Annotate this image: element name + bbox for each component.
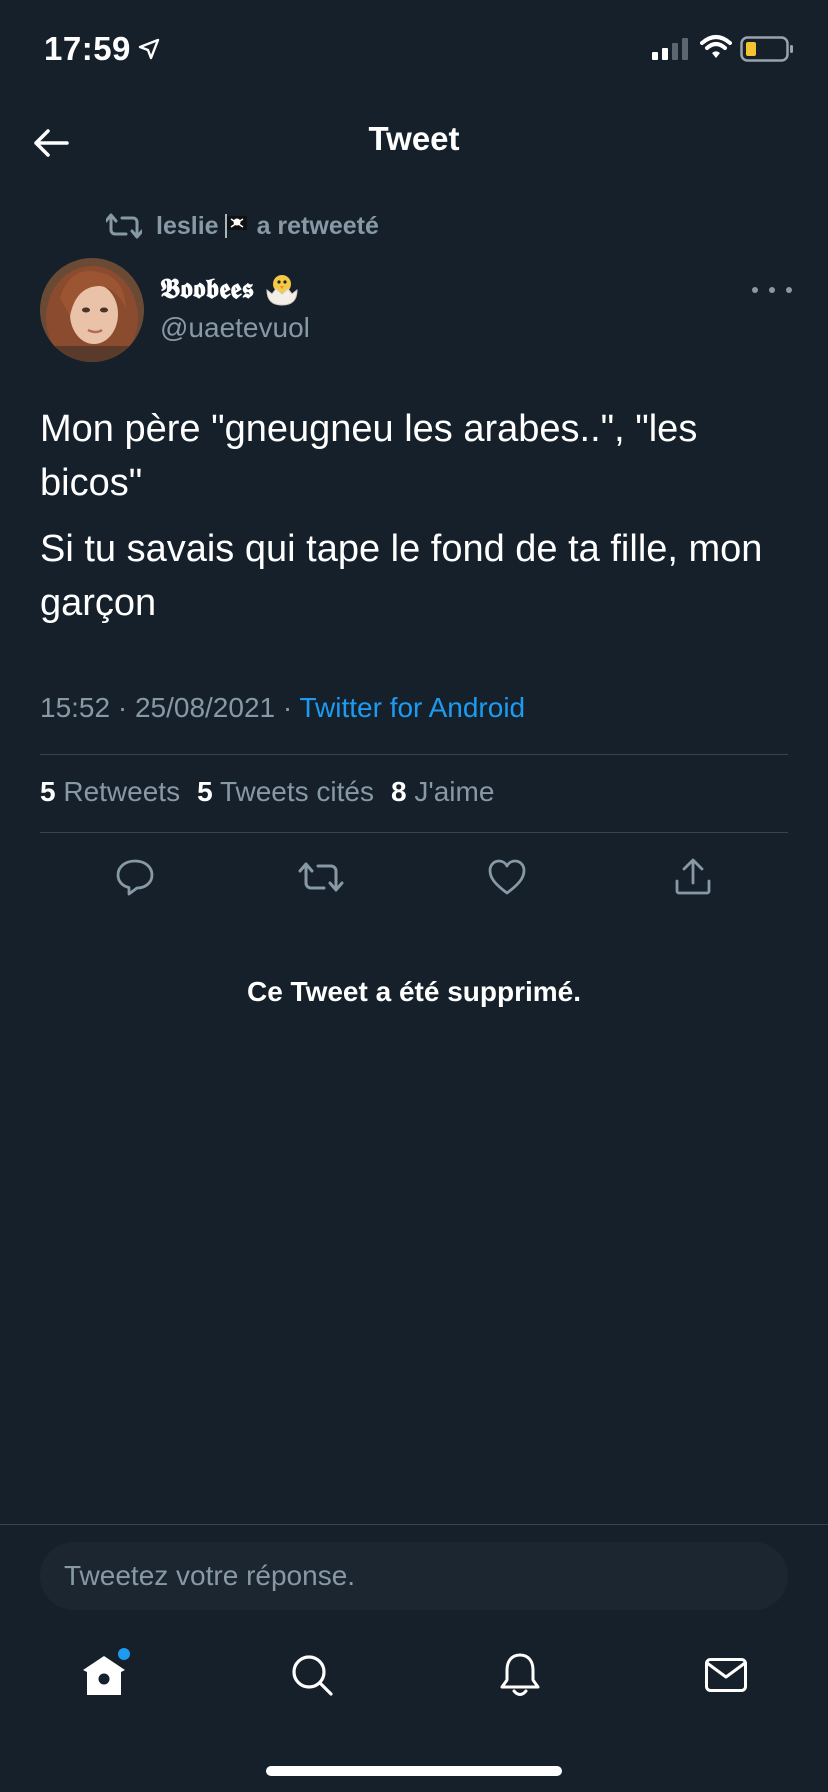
home-icon bbox=[83, 1656, 125, 1695]
author-display-name[interactable]: 𝕭𝖔𝖔𝖇𝖊𝖊𝖘 bbox=[160, 272, 300, 306]
retweeter-name: leslie bbox=[156, 211, 219, 240]
like-button[interactable] bbox=[482, 852, 532, 902]
tweet-stats: 5 Retweets 5 Tweets cités 8 J'aime bbox=[40, 776, 511, 808]
status-time: 17:59 bbox=[44, 30, 131, 67]
tab-messages[interactable] bbox=[696, 1640, 756, 1710]
reply-input[interactable] bbox=[64, 1542, 764, 1610]
top-app-bar: Tweet bbox=[0, 100, 828, 184]
divider bbox=[0, 1524, 828, 1525]
more-options-button[interactable] bbox=[752, 280, 792, 300]
tweet-actions bbox=[0, 852, 828, 902]
retweet-label: a retweeté bbox=[256, 211, 379, 240]
page-title: Tweet bbox=[368, 120, 460, 157]
reply-box[interactable] bbox=[40, 1542, 788, 1610]
new-content-dot bbox=[118, 1648, 130, 1660]
quotes-count: 5 bbox=[197, 776, 213, 807]
retweet-button[interactable] bbox=[296, 852, 346, 902]
location-arrow-icon bbox=[138, 38, 160, 60]
dot bbox=[769, 287, 775, 293]
tweet-timestamp: 15:52 · 25/08/2021 · bbox=[40, 692, 300, 723]
retweets-count: 5 bbox=[40, 776, 56, 807]
status-bar: 17:59 bbox=[0, 0, 828, 100]
reply-button[interactable] bbox=[110, 852, 160, 902]
author-name-text: 𝕭𝖔𝖔𝖇𝖊𝖊𝖘 bbox=[160, 272, 254, 305]
tab-search[interactable] bbox=[282, 1640, 342, 1710]
likes-count: 8 bbox=[391, 776, 407, 807]
likes-label: J'aime bbox=[414, 776, 495, 807]
divider bbox=[40, 832, 788, 833]
mail-icon bbox=[705, 1658, 747, 1692]
tweet-text: Mon père "gneugneu les arabes..", "les b… bbox=[40, 402, 790, 642]
tab-notifications[interactable] bbox=[490, 1640, 550, 1710]
avatar-photo bbox=[40, 258, 144, 362]
battery-icon bbox=[740, 36, 793, 62]
search-icon bbox=[292, 1655, 333, 1696]
pirate-flag-icon bbox=[224, 214, 247, 238]
reply-icon bbox=[116, 859, 154, 896]
quotes-label: Tweets cités bbox=[219, 776, 374, 807]
retweet-icon bbox=[106, 212, 142, 240]
share-button[interactable] bbox=[668, 852, 718, 902]
home-indicator[interactable] bbox=[266, 1766, 562, 1776]
heart-icon bbox=[488, 859, 526, 895]
quotes-stat[interactable]: 5 Tweets cités bbox=[197, 776, 374, 808]
tweet-paragraph: Mon père "gneugneu les arabes..", "les b… bbox=[40, 408, 698, 504]
retweeted-by[interactable]: leslie a retweeté bbox=[106, 208, 379, 244]
author-handle[interactable]: @uaetevuol bbox=[160, 312, 310, 344]
bell-icon bbox=[500, 1653, 540, 1696]
wifi-icon bbox=[700, 35, 732, 58]
retweets-label: Retweets bbox=[63, 776, 181, 807]
tab-home[interactable] bbox=[74, 1640, 134, 1710]
dot bbox=[752, 287, 758, 293]
hatching-chick-icon bbox=[266, 275, 298, 306]
divider bbox=[40, 754, 788, 755]
retweets-stat[interactable]: 5 Retweets bbox=[40, 776, 180, 808]
cellular-signal-icon bbox=[652, 38, 688, 60]
tweet-meta: 15:52 · 25/08/2021 · Twitter for Android bbox=[40, 692, 525, 724]
bottom-tab-bar bbox=[0, 1640, 828, 1710]
share-icon bbox=[675, 858, 711, 895]
avatar[interactable] bbox=[40, 258, 144, 362]
deleted-tweet-notice: Ce Tweet a été supprimé. bbox=[246, 976, 582, 1007]
likes-stat[interactable]: 8 J'aime bbox=[391, 776, 494, 808]
retweet-icon bbox=[298, 862, 344, 892]
dot bbox=[786, 287, 792, 293]
tweet-paragraph: Si tu savais qui tape le fond de ta fill… bbox=[40, 528, 763, 624]
tweet-source-link[interactable]: Twitter for Android bbox=[299, 692, 525, 723]
